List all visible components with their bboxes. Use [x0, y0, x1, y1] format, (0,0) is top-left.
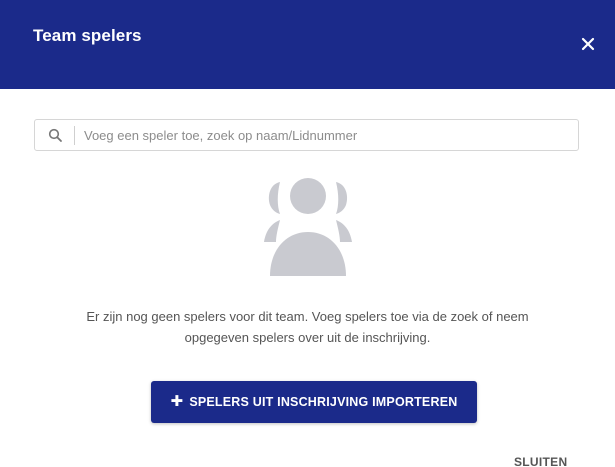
- dialog-header: Team spelers: [0, 0, 615, 89]
- import-players-button[interactable]: ✚ SPELERS UIT INSCHRIJVING IMPORTEREN: [151, 381, 477, 423]
- empty-message-line2: opgegeven spelers over uit de inschrijvi…: [184, 330, 431, 345]
- close-dialog-button[interactable]: SLUITEN: [514, 455, 567, 467]
- import-players-label: SPELERS UIT INSCHRIJVING IMPORTEREN: [189, 395, 458, 409]
- empty-message-line1: Er zijn nog geen spelers voor dit team. …: [86, 309, 529, 324]
- close-button[interactable]: [578, 34, 598, 54]
- users-group-icon: [264, 178, 352, 276]
- player-search-box[interactable]: [34, 119, 579, 151]
- search-icon: [48, 128, 62, 142]
- search-divider: [74, 126, 75, 145]
- team-players-dialog: Team spelers Er zijn nog geen spelers vo…: [0, 0, 615, 467]
- player-search-input[interactable]: [84, 121, 574, 149]
- plus-icon: ✚: [170, 393, 184, 410]
- close-icon: [581, 37, 595, 51]
- empty-state-message: Er zijn nog geen spelers voor dit team. …: [40, 306, 575, 348]
- dialog-title: Team spelers: [33, 26, 142, 45]
